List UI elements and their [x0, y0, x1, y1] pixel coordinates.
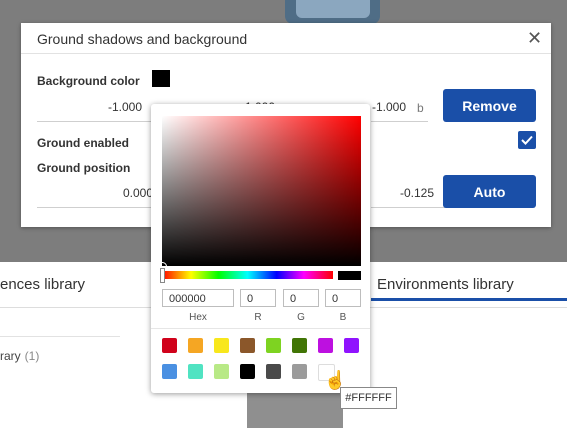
palette-swatch[interactable]	[240, 364, 255, 379]
ground-z-field[interactable]: -0.125	[368, 186, 434, 200]
palette-swatch[interactable]	[266, 364, 281, 379]
ground-x-field[interactable]: 0.000	[87, 186, 153, 200]
hue-slider-handle[interactable]	[160, 268, 165, 283]
hex-label: Hex	[189, 312, 207, 323]
remove-button[interactable]: Remove	[443, 89, 536, 122]
color-tooltip: #FFFFFF	[340, 387, 397, 409]
auto-button[interactable]: Auto	[443, 175, 536, 208]
hue-slider[interactable]	[162, 271, 333, 279]
b-axis-label: b	[417, 101, 424, 115]
ground-enabled-checkbox[interactable]	[518, 131, 536, 149]
saturation-value-area[interactable]	[162, 116, 361, 266]
ground-enabled-label: Ground enabled	[37, 136, 130, 150]
palette-swatch[interactable]	[214, 338, 229, 353]
library-divider	[0, 336, 120, 337]
r-label: R	[254, 312, 262, 323]
library-item-label: rary	[0, 349, 21, 363]
close-icon[interactable]: ✕	[527, 29, 542, 47]
g-input[interactable]: 0	[283, 289, 319, 307]
library-list-item[interactable]: rary (1)	[0, 349, 39, 363]
palette-swatch[interactable]	[318, 338, 333, 353]
dialog-header-divider	[21, 53, 551, 54]
check-icon	[521, 135, 533, 145]
palette-swatch[interactable]	[344, 338, 359, 353]
field-underline	[37, 121, 152, 122]
active-tab-indicator	[371, 298, 567, 301]
ground-position-label: Ground position	[37, 161, 131, 175]
palette-swatch[interactable]	[214, 364, 229, 379]
field-underline	[371, 121, 428, 122]
b-label: B	[339, 312, 347, 323]
tab-environments-library[interactable]: Environments library	[377, 276, 514, 293]
library-preview-object	[247, 388, 343, 428]
color-picker-popover: 000000 0 0 0 Hex R G B	[151, 104, 370, 393]
palette-swatch[interactable]	[188, 338, 203, 353]
background-r-field[interactable]: -1.000	[76, 100, 142, 114]
palette-swatch[interactable]	[162, 338, 177, 353]
palette-divider	[151, 328, 370, 329]
palette-swatch[interactable]	[292, 364, 307, 379]
palette-swatch[interactable]	[292, 338, 307, 353]
background-cup-highlight	[296, 0, 370, 18]
background-color-label: Background color	[37, 74, 140, 88]
palette-swatch[interactable]	[188, 364, 203, 379]
current-color-preview	[338, 271, 361, 280]
palette-swatch[interactable]	[162, 364, 177, 379]
palette-swatch[interactable]	[240, 338, 255, 353]
background-color-swatch[interactable]	[152, 70, 170, 87]
b-input[interactable]: 0	[325, 289, 361, 307]
palette-swatch[interactable]	[266, 338, 281, 353]
tab-appearances-library[interactable]: ences library	[0, 276, 85, 293]
dialog-title: Ground shadows and background	[37, 31, 248, 47]
field-underline	[37, 207, 152, 208]
r-input[interactable]: 0	[240, 289, 276, 307]
g-label: G	[297, 312, 305, 323]
hex-input[interactable]: 000000	[162, 289, 234, 307]
library-item-count: (1)	[24, 349, 40, 363]
